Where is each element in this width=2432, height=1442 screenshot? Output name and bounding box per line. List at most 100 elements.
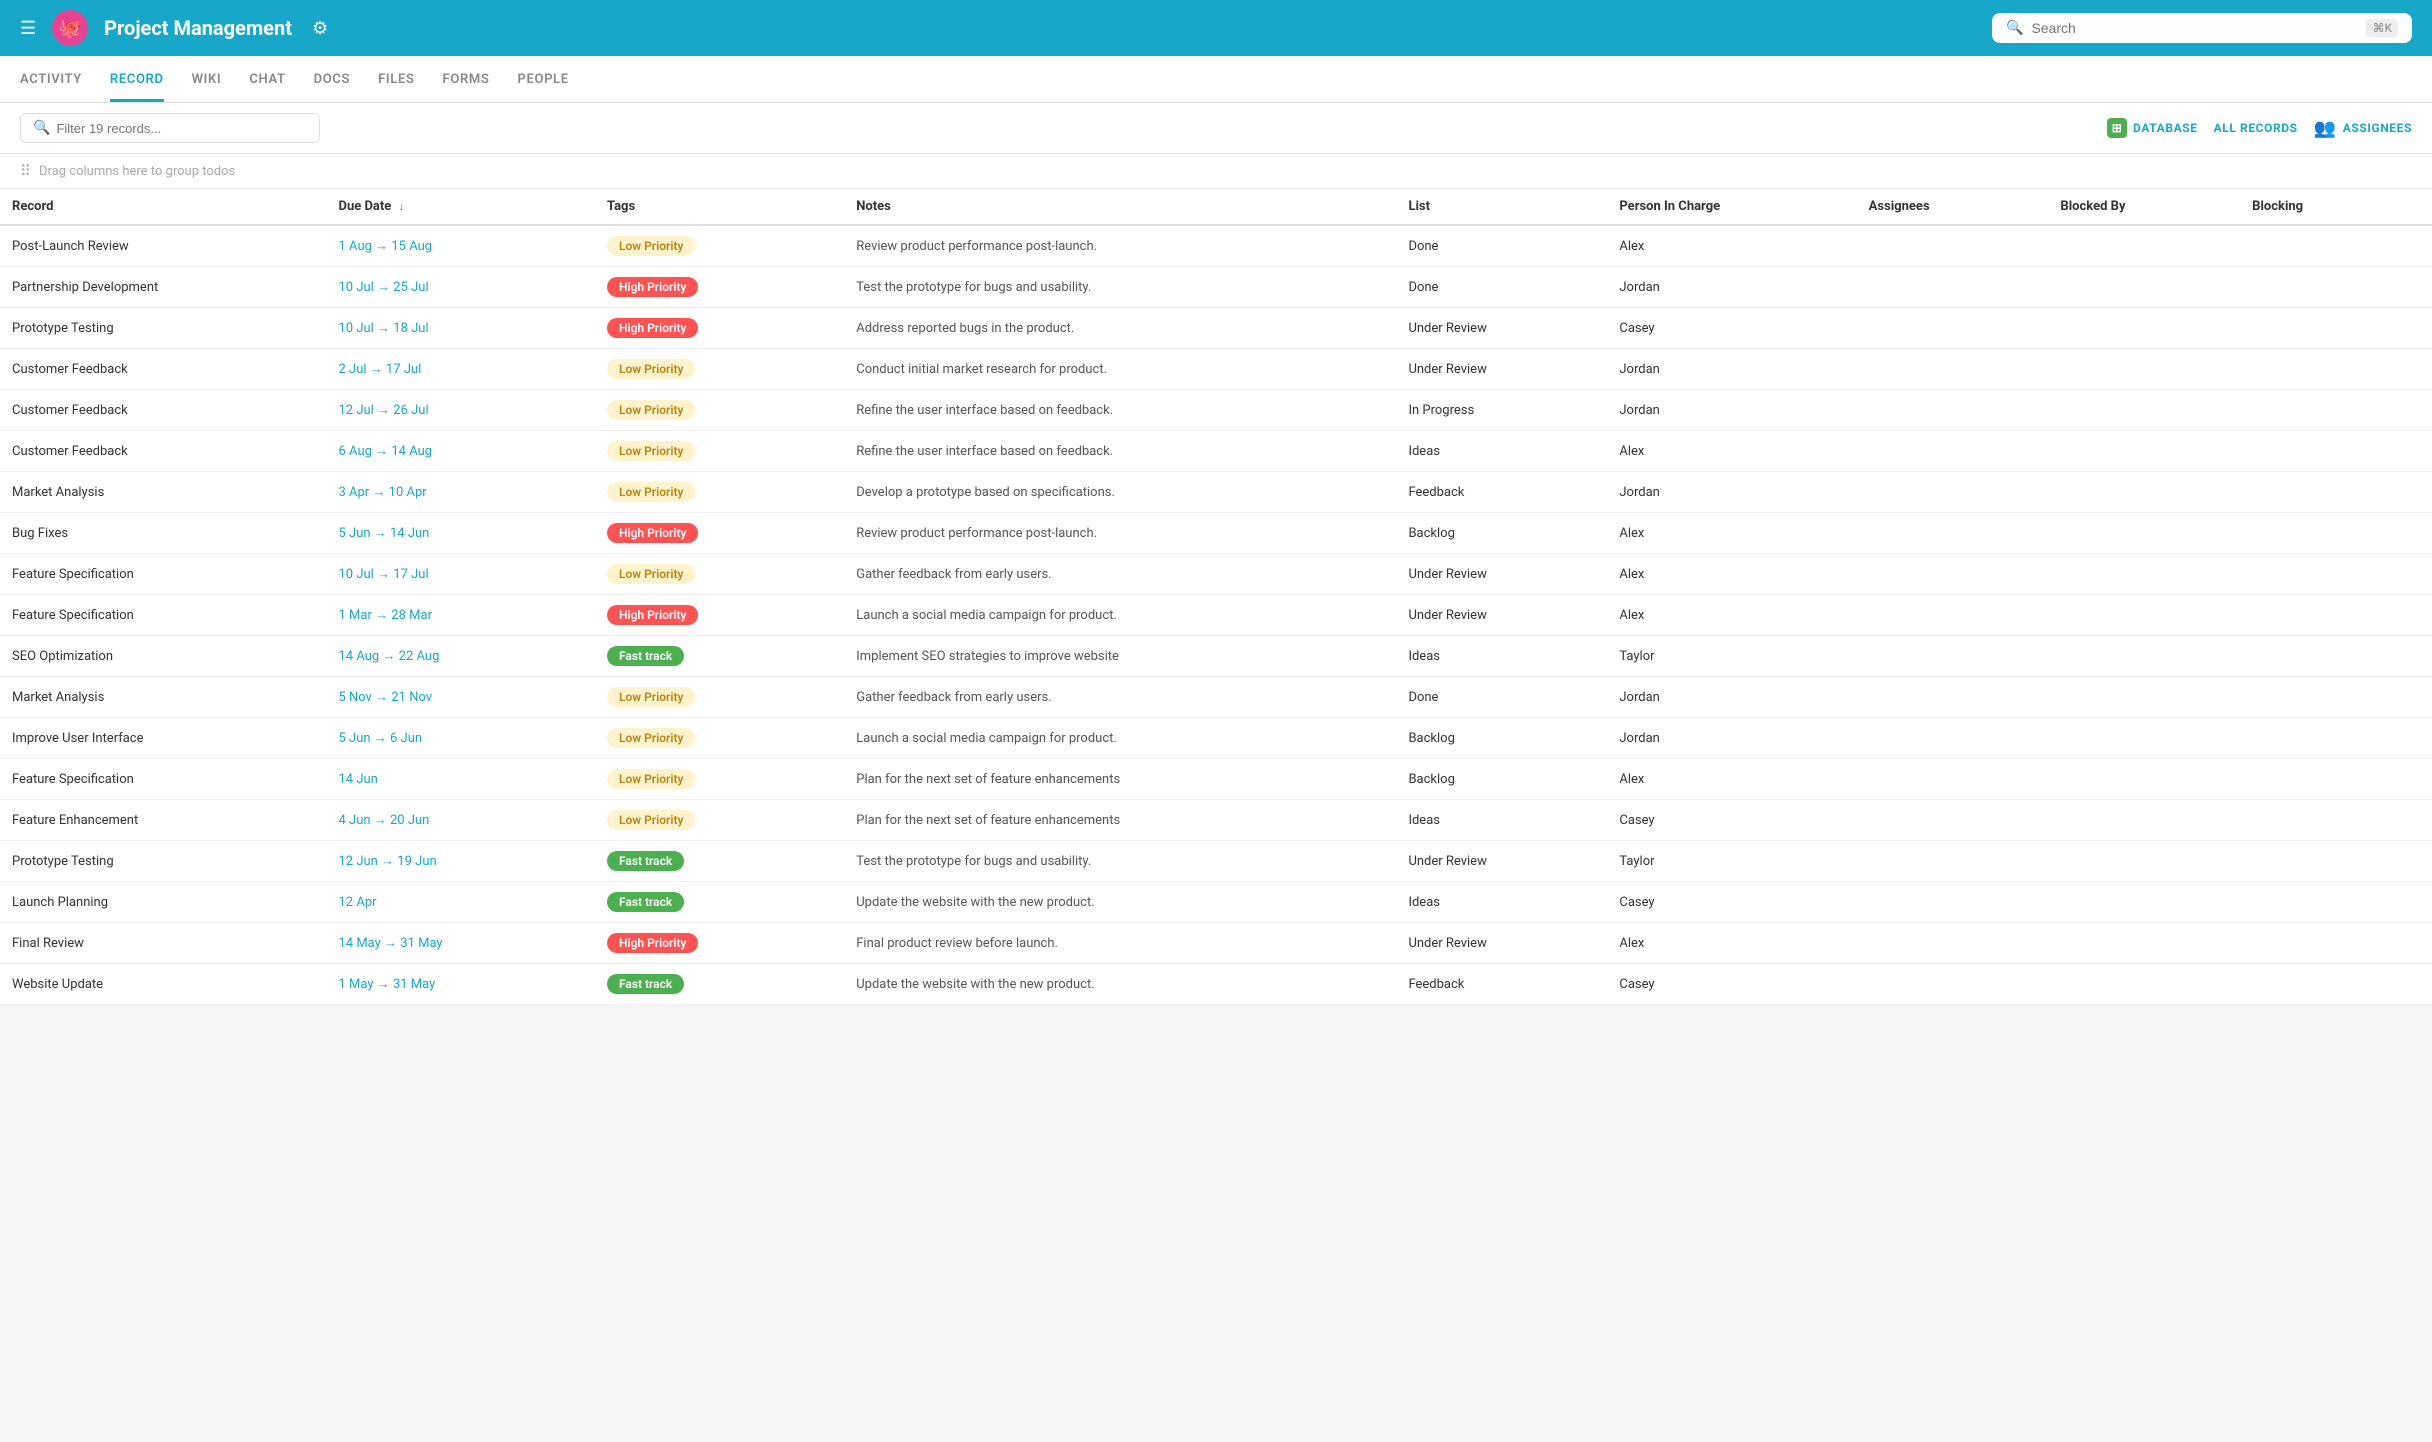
cell-duedate: 14 Aug → 22 Aug <box>327 636 595 677</box>
cell-notes: Refine the user interface based on feedb… <box>844 431 1396 472</box>
database-button[interactable]: ⊞ DATABASE <box>2107 118 2198 138</box>
cell-blocking <box>2240 431 2432 472</box>
tab-activity[interactable]: ACTIVITY <box>20 56 82 102</box>
cell-list: Backlog <box>1396 759 1607 800</box>
cell-list: Under Review <box>1396 595 1607 636</box>
table-row[interactable]: Prototype Testing 12 Jun → 19 Jun Fast t… <box>0 841 2432 882</box>
cell-blocking <box>2240 267 2432 308</box>
cell-blocked <box>2048 472 2240 513</box>
cell-notes: Plan for the next set of feature enhance… <box>844 800 1396 841</box>
tab-docs[interactable]: DOCS <box>314 56 350 102</box>
table-row[interactable]: Feature Specification 14 Jun Low Priorit… <box>0 759 2432 800</box>
cell-tags: Low Priority <box>595 225 844 267</box>
cell-assignees <box>1857 225 2049 267</box>
cell-list: Done <box>1396 677 1607 718</box>
table-row[interactable]: Feature Specification 1 Mar → 28 Mar Hig… <box>0 595 2432 636</box>
tab-chat[interactable]: CHAT <box>249 56 285 102</box>
notes-text: Final product review before launch. <box>856 936 1058 951</box>
cell-record: Customer Feedback <box>0 349 327 390</box>
cell-assignees <box>1857 513 2049 554</box>
cell-record: Prototype Testing <box>0 308 327 349</box>
cell-duedate: 1 Mar → 28 Mar <box>327 595 595 636</box>
table-row[interactable]: Improve User Interface 5 Jun → 6 Jun Low… <box>0 718 2432 759</box>
search-shortcut: ⌘K <box>2366 19 2398 37</box>
notes-text: Plan for the next set of feature enhance… <box>856 772 1120 787</box>
assignees-button[interactable]: 👥 ASSIGNEES <box>2314 118 2412 139</box>
table-row[interactable]: Customer Feedback 2 Jul → 17 Jul Low Pri… <box>0 349 2432 390</box>
table-row[interactable]: Feature Enhancement 4 Jun → 20 Jun Low P… <box>0 800 2432 841</box>
filter-input[interactable] <box>56 121 307 136</box>
table-row[interactable]: Feature Specification 10 Jul → 17 Jul Lo… <box>0 554 2432 595</box>
cell-record: Customer Feedback <box>0 390 327 431</box>
cell-duedate: 1 May → 31 May <box>327 964 595 1005</box>
cell-record: Feature Specification <box>0 759 327 800</box>
tag-badge: High Priority <box>607 605 698 625</box>
table-row[interactable]: Customer Feedback 6 Aug → 14 Aug Low Pri… <box>0 431 2432 472</box>
cell-record: Customer Feedback <box>0 431 327 472</box>
cell-duedate: 5 Nov → 21 Nov <box>327 677 595 718</box>
cell-record: Final Review <box>0 923 327 964</box>
cell-blocked <box>2048 759 2240 800</box>
cell-list: Under Review <box>1396 554 1607 595</box>
tab-bar: ACTIVITY RECORD WIKI CHAT DOCS FILES FOR… <box>0 56 2432 103</box>
cell-duedate: 5 Jun → 6 Jun <box>327 718 595 759</box>
cell-person: Alex <box>1607 554 1856 595</box>
gear-icon[interactable]: ⚙ <box>312 18 328 39</box>
tag-badge: High Priority <box>607 277 698 297</box>
cell-tags: High Priority <box>595 923 844 964</box>
cell-person: Jordan <box>1607 677 1856 718</box>
tag-badge: Low Priority <box>607 236 695 256</box>
cell-blocking <box>2240 759 2432 800</box>
table-row[interactable]: Customer Feedback 12 Jul → 26 Jul Low Pr… <box>0 390 2432 431</box>
cell-blocked <box>2048 267 2240 308</box>
cell-assignees <box>1857 349 2049 390</box>
cell-person: Jordan <box>1607 267 1856 308</box>
tab-wiki[interactable]: WIKI <box>192 56 222 102</box>
col-header-duedate[interactable]: Due Date ↓ <box>327 189 595 225</box>
table-row[interactable]: Post-Launch Review 1 Aug → 15 Aug Low Pr… <box>0 225 2432 267</box>
table-row[interactable]: Final Review 14 May → 31 May High Priori… <box>0 923 2432 964</box>
tab-people[interactable]: PEOPLE <box>517 56 568 102</box>
date-value: 12 Apr <box>339 895 377 910</box>
col-header-notes: Notes <box>844 189 1396 225</box>
cell-notes: Update the website with the new product. <box>844 964 1396 1005</box>
table-row[interactable]: Market Analysis 5 Nov → 21 Nov Low Prior… <box>0 677 2432 718</box>
cell-person: Taylor <box>1607 636 1856 677</box>
table-row[interactable]: Launch Planning 12 Apr Fast track Update… <box>0 882 2432 923</box>
table-row[interactable]: Market Analysis 3 Apr → 10 Apr Low Prior… <box>0 472 2432 513</box>
tab-forms[interactable]: FORMS <box>443 56 490 102</box>
tab-record[interactable]: RECORD <box>110 56 164 102</box>
cell-record: Launch Planning <box>0 882 327 923</box>
cell-tags: High Priority <box>595 595 844 636</box>
all-records-button[interactable]: ALL RECORDS <box>2214 121 2298 135</box>
cell-duedate: 5 Jun → 14 Jun <box>327 513 595 554</box>
notes-text: Update the website with the new product. <box>856 977 1094 992</box>
notes-text: Review product performance post-launch. <box>856 239 1097 254</box>
cell-person: Alex <box>1607 759 1856 800</box>
table-row[interactable]: Website Update 1 May → 31 May Fast track… <box>0 964 2432 1005</box>
cell-person: Jordan <box>1607 390 1856 431</box>
table-row[interactable]: Bug Fixes 5 Jun → 14 Jun High Priority R… <box>0 513 2432 554</box>
tag-badge: Low Priority <box>607 482 695 502</box>
cell-person: Alex <box>1607 923 1856 964</box>
records-table-container: Record Due Date ↓ Tags Notes List Person… <box>0 189 2432 1005</box>
date-value: 1 May → 31 May <box>339 977 436 992</box>
app-title: Project Management <box>104 16 292 40</box>
notes-text: Test the prototype for bugs and usabilit… <box>856 854 1091 869</box>
hamburger-icon[interactable]: ☰ <box>20 18 36 39</box>
cell-blocking <box>2240 800 2432 841</box>
cell-tags: Low Priority <box>595 472 844 513</box>
cell-blocked <box>2048 882 2240 923</box>
cell-list: Done <box>1396 225 1607 267</box>
table-row[interactable]: Partnership Development 10 Jul → 25 Jul … <box>0 267 2432 308</box>
cell-blocking <box>2240 636 2432 677</box>
cell-record: Bug Fixes <box>0 513 327 554</box>
table-row[interactable]: Prototype Testing 10 Jul → 18 Jul High P… <box>0 308 2432 349</box>
cell-list: In Progress <box>1396 390 1607 431</box>
tab-files[interactable]: FILES <box>378 56 414 102</box>
cell-tags: High Priority <box>595 513 844 554</box>
cell-blocking <box>2240 308 2432 349</box>
filter-bar: 🔍 <box>20 113 320 143</box>
table-row[interactable]: SEO Optimization 14 Aug → 22 Aug Fast tr… <box>0 636 2432 677</box>
search-input[interactable] <box>2031 20 2358 36</box>
